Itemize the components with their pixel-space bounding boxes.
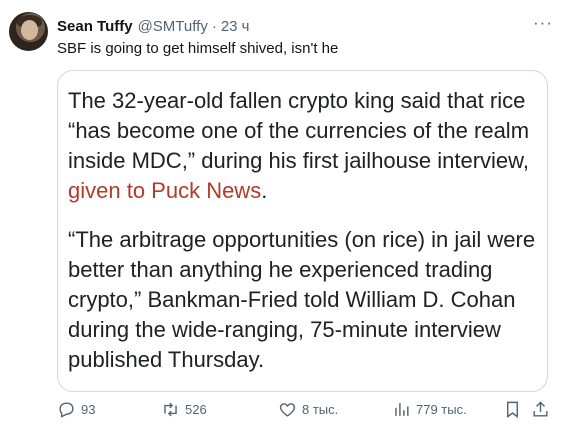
like-button[interactable]: 8 тыс.	[278, 400, 338, 419]
like-count: 8 тыс.	[302, 402, 339, 417]
separator-dot: ·	[211, 17, 217, 35]
heart-icon	[279, 403, 296, 417]
author-handle[interactable]: @SMTuffy	[138, 18, 208, 35]
author-name[interactable]: Sean Tuffy	[57, 18, 133, 35]
retweet-count: 526	[185, 402, 207, 417]
tweet-text: SBF is going to get himself shived, isn'…	[57, 40, 339, 57]
action-bar: 93 526 8 тыс. 779 тыс.	[57, 398, 553, 424]
retweet-icon	[164, 402, 177, 417]
paragraph-1-end: .	[261, 178, 268, 203]
more-options-button[interactable]: ···	[533, 14, 553, 31]
share-icon	[533, 401, 548, 417]
tweet-timestamp[interactable]: 23 ч	[221, 18, 250, 35]
puck-news-link-text: given to Puck News	[68, 178, 262, 203]
reply-count: 93	[81, 402, 96, 417]
views-count: 779 тыс.	[416, 402, 467, 417]
views-icon	[395, 403, 409, 416]
avatar-face	[21, 20, 38, 40]
image-paragraph-1: The 32-year-old fallen crypto king said …	[68, 86, 538, 206]
reply-button[interactable]: 93	[57, 400, 95, 419]
tweet[interactable]: Sean Tuffy @SMTuffy · 23 ч ··· SBF is go…	[0, 0, 565, 440]
paragraph-1-text: The 32-year-old fallen crypto king said …	[68, 88, 530, 173]
bookmark-button[interactable]	[503, 400, 522, 419]
views-button[interactable]: 779 тыс.	[392, 400, 467, 419]
image-text: The 32-year-old fallen crypto king said …	[68, 86, 538, 375]
quoted-image[interactable]: The 32-year-old fallen crypto king said …	[57, 70, 548, 392]
tweet-header: Sean Tuffy @SMTuffy · 23 ч	[57, 16, 553, 36]
reply-icon	[59, 402, 74, 418]
image-paragraph-2: “The arbitrage opportunities (on rice) i…	[68, 227, 536, 372]
avatar[interactable]	[9, 12, 48, 51]
share-button[interactable]	[531, 400, 550, 419]
bookmark-icon	[507, 401, 518, 419]
retweet-button[interactable]: 526	[161, 400, 207, 419]
